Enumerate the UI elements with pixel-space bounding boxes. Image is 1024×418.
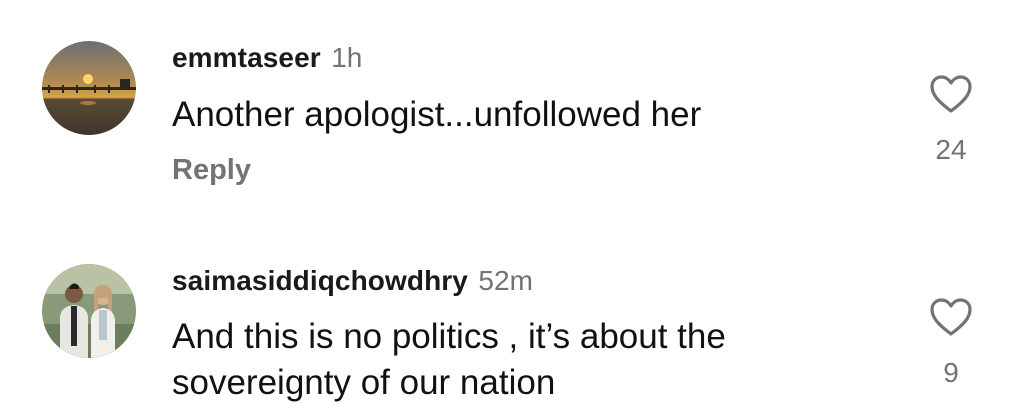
username[interactable]: saimasiddiqchowdhry	[172, 265, 468, 296]
sunset-pier-photo-icon	[42, 41, 136, 135]
username[interactable]: emmtaseer	[172, 42, 321, 73]
couple-photo-icon	[42, 264, 136, 358]
comment-item: emmtaseer 1h Another apologist...unfollo…	[0, 0, 1024, 210]
timestamp: 52m	[478, 265, 533, 296]
comment-header: saimasiddiqchowdhry 52m	[172, 267, 533, 295]
like-button[interactable]	[929, 297, 973, 337]
comment-item: saimasiddiqchowdhry 52m And this is no p…	[0, 210, 1024, 418]
comment-header: emmtaseer 1h	[172, 44, 362, 72]
reply-button[interactable]: Reply	[172, 154, 251, 187]
comment-text: And this is no politics , it’s about the…	[172, 317, 726, 402]
avatar[interactable]	[42, 264, 136, 358]
like-count: 24	[935, 134, 967, 165]
comment-text: Another apologist...unfollowed her	[172, 95, 702, 134]
avatar[interactable]	[42, 41, 136, 135]
like-count: 9	[943, 357, 959, 388]
like-button[interactable]	[929, 74, 973, 114]
heart-icon	[930, 75, 972, 113]
heart-icon	[930, 298, 972, 336]
timestamp: 1h	[331, 42, 363, 73]
